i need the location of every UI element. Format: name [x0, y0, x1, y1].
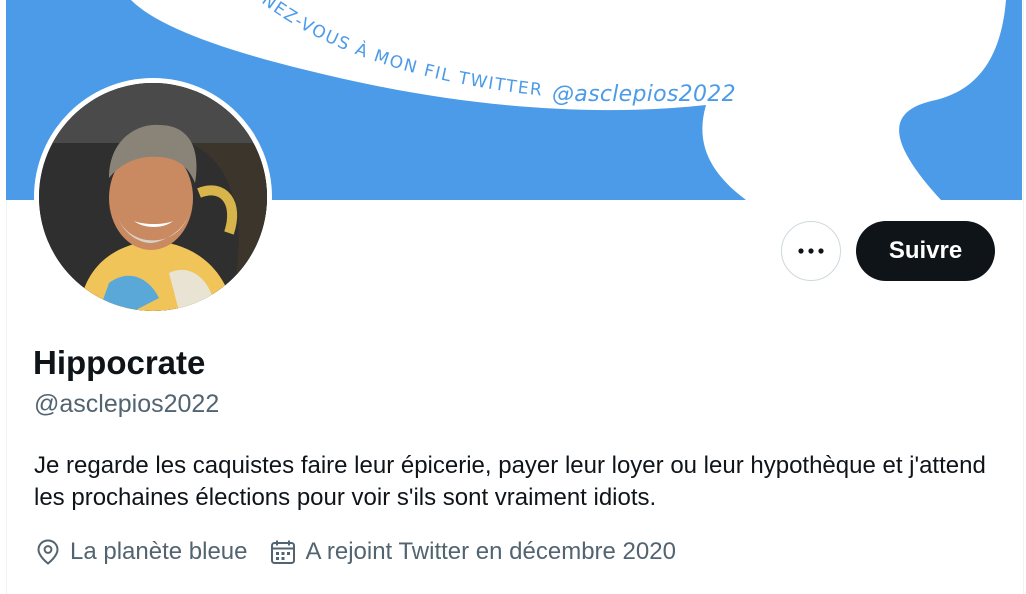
- display-name: Hippocrate: [33, 344, 206, 381]
- joined-item: A rejoint Twitter en décembre 2020: [270, 538, 676, 566]
- user-handle: @asclepios2022: [34, 390, 220, 418]
- avatar[interactable]: [34, 78, 272, 316]
- profile-bio: Je regarde les caquistes faire leur épic…: [34, 452, 986, 511]
- avatar-photo: [39, 83, 267, 311]
- location-pin-icon: [37, 539, 59, 565]
- more-horizontal-icon: [798, 248, 824, 254]
- banner-handle: @asclepios2022: [552, 82, 736, 107]
- joined-text: A rejoint Twitter en décembre 2020: [305, 538, 676, 565]
- follow-button[interactable]: Suivre: [856, 221, 995, 281]
- profile-meta: La planète bleue A rejoint Twitter en dé…: [36, 538, 698, 566]
- location-text: La planète bleue: [70, 538, 248, 565]
- location-item: La planète bleue: [36, 538, 248, 566]
- calendar-icon: [270, 540, 295, 564]
- more-options-button[interactable]: [781, 221, 841, 281]
